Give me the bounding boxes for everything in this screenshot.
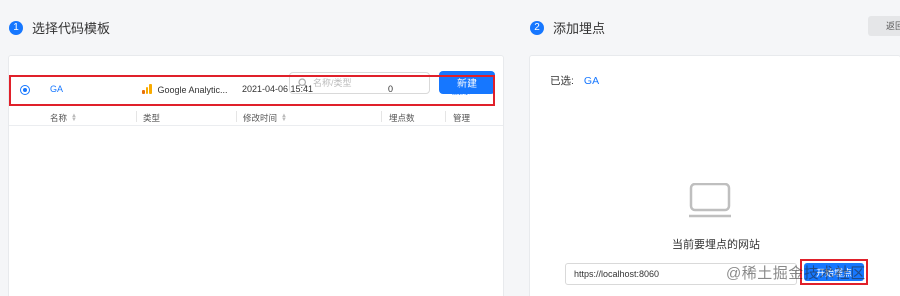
sort-icon[interactable]: ▲ ▼ bbox=[281, 113, 287, 123]
column-header-modified[interactable]: 修改时间 ▲ ▼ bbox=[243, 112, 287, 124]
table-row[interactable]: GA Google Analytic... 2021-04-06 15:41 0… bbox=[9, 75, 495, 106]
watermark: @稀土掘金技术社区 bbox=[726, 265, 866, 282]
add-tracking-panel: 已选: GA 当前要埋点的网站 https://localhost:8060 开始… bbox=[529, 55, 900, 296]
table-header: 名称 ▲ ▼ 类型 修改时间 ▲ ▼ 埋点数 管理 bbox=[9, 108, 503, 126]
step-1: 1 选择代码模板 bbox=[9, 18, 110, 37]
step-1-number: 1 bbox=[9, 20, 23, 35]
row-name[interactable]: GA bbox=[50, 84, 63, 94]
column-divider bbox=[445, 111, 446, 122]
laptop-icon bbox=[689, 183, 731, 218]
column-header-type: 类型 bbox=[143, 113, 161, 123]
row-point-count: 0 bbox=[388, 84, 394, 94]
selected-value: GA bbox=[583, 75, 600, 87]
delete-link[interactable]: 删除 bbox=[452, 84, 470, 97]
step-2: 2 添加埋点 bbox=[530, 18, 605, 37]
back-button[interactable]: 返回 bbox=[868, 16, 900, 36]
step-1-title: 选择代码模板 bbox=[32, 21, 111, 36]
column-header-manage: 管理 bbox=[453, 113, 471, 123]
google-analytics-icon bbox=[142, 84, 152, 94]
column-divider bbox=[381, 111, 382, 122]
column-header-points: 埋点数 bbox=[389, 113, 415, 123]
step-2-title: 添加埋点 bbox=[553, 21, 606, 36]
column-header-name[interactable]: 名称 ▲ ▼ bbox=[50, 112, 77, 124]
selected-template: 已选: GA bbox=[550, 73, 599, 88]
column-divider bbox=[236, 111, 237, 122]
selected-label: 已选: bbox=[550, 75, 574, 87]
row-modified-time: 2021-04-06 15:41 bbox=[242, 84, 314, 94]
step-2-number: 2 bbox=[530, 20, 544, 35]
empty-state-text: 当前要埋点的网站 bbox=[672, 239, 760, 251]
row-radio[interactable] bbox=[20, 85, 30, 95]
sort-icon[interactable]: ▲ ▼ bbox=[71, 113, 77, 123]
row-type: Google Analytic... bbox=[142, 84, 228, 95]
column-divider bbox=[136, 111, 137, 122]
